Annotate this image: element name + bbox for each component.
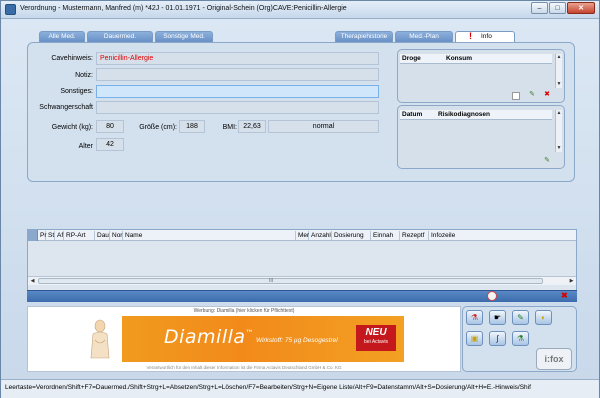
col-anzahl[interactable]: Anzahl [310,231,332,240]
edit-risk-icon[interactable]: ✎ [543,157,551,165]
syringe-icon[interactable]: ⚗ [466,310,483,325]
scroll-left-icon[interactable]: ◀ [28,277,37,285]
ad-panel[interactable]: Werbung: Diamilla (hier klicken für Pfli… [27,306,461,372]
window-controls: – □ ✕ [531,2,595,14]
gewicht-field[interactable]: 80 [96,120,124,133]
ad-figure-image [78,316,122,362]
pill-box-icon[interactable]: ▣ [466,331,483,346]
flask-icon[interactable]: ⚗ [512,331,529,346]
cavehinweis-label: Cavehinweis: [51,55,93,62]
drogen-col-konsum: Konsum [446,55,472,62]
scroll-down-icon[interactable]: ▼ [556,145,562,152]
ifox-button[interactable]: i:fox [536,348,572,370]
close-button[interactable]: ✕ [567,2,595,14]
status-bar: Leertaste=Verordnen/Shift+F7=Dauermed./S… [1,379,599,398]
alert-icon: ! [469,31,472,41]
title-bar: Verordnung - Mustermann, Manfred (m) *42… [1,1,599,19]
ad-neu-badge: NEU bei Actavis [356,325,396,351]
risiko-col-datum: Datum [402,111,423,118]
notiz-field[interactable] [96,68,379,81]
list-hscrollbar[interactable]: ◀ III ▶ [28,276,576,285]
tab-dauermed[interactable]: Dauermed. [87,31,153,42]
scroll-up-icon[interactable]: ▲ [556,54,562,61]
col-rezeptf[interactable]: Rezeptf [401,231,429,240]
schwangerschaft-label: Schwangerschaft [39,104,93,111]
sonstiges-label: Sonstiges: [60,88,93,95]
window-title: Verordnung - Mustermann, Manfred (m) *42… [20,5,347,12]
sonstiges-field[interactable] [96,85,379,98]
drogen-scrollbar[interactable]: ▲ ▼ [555,54,562,88]
app-icon [5,4,16,15]
tab-info-label: Info [481,33,492,40]
col-af[interactable]: Af [56,231,64,240]
prescription-icon[interactable] [487,291,497,301]
row-selector [28,230,38,241]
bmi-label: BMI: [222,124,237,131]
risiko-header: Datum Risikodiagnosen [400,110,552,120]
document-edit-icon[interactable]: ✎ [512,310,529,325]
col-infozeile[interactable]: Infozeile [430,231,576,240]
col-st[interactable]: St [47,231,55,240]
delete-entry-icon[interactable]: ✖ [543,91,551,99]
groesse-label: Größe (cm): [139,124,177,131]
notiz-label: Notiz: [75,72,93,79]
col-einnah[interactable]: Einnah [372,231,400,240]
col-mer[interactable]: Mer [297,231,309,240]
tool-panel: ⚗ ☛ ✎ ◐ ▣ ∫ ⚗ i:fox [462,306,577,372]
bmi-category: normal [268,120,379,133]
stethoscope-icon[interactable]: ∫ [489,331,506,346]
tab-sonstige-med[interactable]: Sonstige Med. [155,31,213,42]
schwangerschaft-field[interactable] [96,101,379,114]
alter-field: 42 [96,138,124,151]
col-name[interactable]: Name [124,231,296,240]
col-rp-art[interactable]: RP-Art [65,231,95,240]
ad-subtitle: Wirkstoff: 75 µg Desogestrel [256,337,338,344]
bmi-field: 22,63 [238,120,266,133]
drogen-grid: Droge Konsum ▲ ▼ ✎ ✖ [397,49,565,103]
scroll-up-icon[interactable]: ▲ [556,110,562,117]
maximize-button[interactable]: □ [549,2,566,14]
cavehinweis-field[interactable]: Penicillin-Allergie [96,52,379,65]
scroll-down-icon[interactable]: ▼ [556,81,562,88]
col-dau[interactable]: Dau [96,231,110,240]
col-pr[interactable]: Pr [39,231,47,240]
delete-icon[interactable]: ✖ [561,291,568,300]
alter-label: Alter [78,143,93,150]
scroll-right-icon[interactable]: ▶ [567,277,576,285]
tab-therapiehistorie[interactable]: Therapiehistorie [335,31,393,42]
minimize-button[interactable]: – [531,2,548,14]
list-action-bar: ✖ [27,290,577,302]
risiko-scrollbar[interactable]: ▲ ▼ [555,110,562,152]
drogen-col-droge: Droge [402,55,421,62]
ad-footer: Verantwortlich für den Inhalt dieser Inf… [146,365,342,370]
ad-banner[interactable]: Diamilla™ Wirkstoff: 75 µg Desogestrel N… [78,316,404,362]
ad-figure-illustration [90,319,110,359]
status-text: Leertaste=Verordnen/Shift+F7=Dauermed./S… [5,384,531,391]
risiko-col-risikodiagnosen: Risikodiagnosen [438,111,491,118]
main-window: Verordnung - Mustermann, Manfred (m) *42… [0,0,600,398]
pill-hand-icon[interactable]: ☛ [489,310,506,325]
drogen-header: Droge Konsum [400,54,552,64]
col-nor[interactable]: Nor [111,231,123,240]
gewicht-label: Gewicht (kg): [51,124,93,131]
tab-alle-med[interactable]: Alle Med. [39,31,85,42]
risiko-grid: Datum Risikodiagnosen ▲ ▼ ✎ [397,105,565,169]
ad-brand: Diamilla™ [164,326,255,348]
new-entry-icon[interactable] [512,92,520,100]
medication-list-header: Pr St Af RP-Art Dau Nor Name Mer Anzahl … [28,230,576,241]
capsule-icon[interactable]: ◐ [535,310,552,325]
ad-top-text[interactable]: Werbung: Diamilla (hier klicken für Pfli… [28,308,460,314]
col-dosierung[interactable]: Dosierung [333,231,371,240]
scroll-thumb[interactable]: III [38,278,543,284]
groesse-field[interactable]: 188 [179,120,205,133]
medication-list: Pr St Af RP-Art Dau Nor Name Mer Anzahl … [27,229,577,293]
tab-info[interactable]: ! Info [455,31,515,42]
edit-entry-icon[interactable]: ✎ [528,91,536,99]
tab-med-plan[interactable]: Med.-Plan [395,31,453,42]
